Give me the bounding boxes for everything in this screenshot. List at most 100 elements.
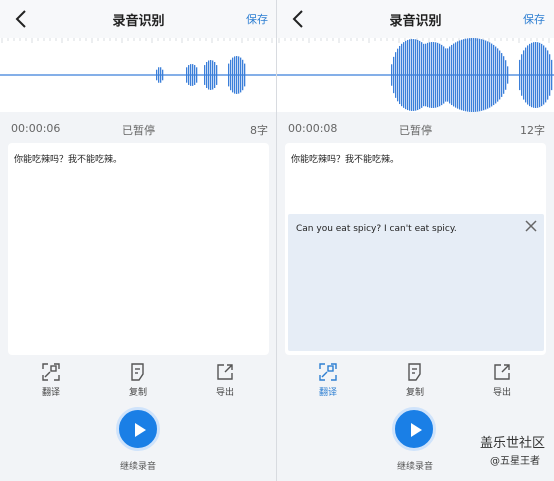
waveform-bar xyxy=(427,42,429,108)
waveform-bar xyxy=(495,46,497,104)
waveform-bar xyxy=(204,65,206,85)
waveform-bar xyxy=(491,43,493,107)
watermark-title: 盖乐世社区 xyxy=(480,436,546,451)
waveform-bar xyxy=(529,43,531,107)
waveform-bar xyxy=(160,67,162,83)
export-button[interactable]: 导出 xyxy=(195,360,255,398)
waveform-bar xyxy=(411,39,413,111)
waveform-bar xyxy=(545,47,547,103)
back-arrow-icon[interactable] xyxy=(289,8,307,30)
export-button[interactable]: 导出 xyxy=(472,360,532,398)
continue-record-button[interactable] xyxy=(116,407,160,451)
waveform-bar xyxy=(535,42,537,108)
close-icon[interactable] xyxy=(524,219,538,233)
waveform-bar xyxy=(479,38,481,112)
waveform-bar xyxy=(240,57,242,93)
copy-icon xyxy=(131,363,144,381)
record-state: 已暂停 xyxy=(399,124,432,137)
copy-button[interactable]: 复制 xyxy=(385,360,445,398)
waveform-bar xyxy=(228,63,230,87)
back-arrow-icon[interactable] xyxy=(12,8,30,30)
waveform-bar xyxy=(216,65,218,85)
copy-label: 复制 xyxy=(128,388,147,398)
waveform-bar xyxy=(395,52,397,98)
waveform-bar xyxy=(242,59,244,91)
waveform-bar xyxy=(391,64,393,86)
continue-record-button[interactable] xyxy=(392,407,436,451)
char-count: 12字 xyxy=(520,124,545,137)
waveform-bar xyxy=(493,44,495,106)
waveform-bar xyxy=(214,62,216,88)
translate-label: 翻译 xyxy=(41,388,60,398)
waveform-bar xyxy=(469,38,471,112)
waveform-bar xyxy=(467,38,469,112)
save-button[interactable]: 保存 xyxy=(246,11,268,27)
export-label: 导出 xyxy=(492,388,511,398)
export-icon xyxy=(494,364,510,380)
toolbar: 翻译 复制 导出 xyxy=(277,360,554,402)
waveform-bar xyxy=(487,41,489,109)
waveform-bar xyxy=(527,45,529,105)
translate-button[interactable]: 翻译 xyxy=(21,360,81,398)
header: 录音识别 保存 xyxy=(277,0,554,38)
watermark-user: @五星王者 xyxy=(490,456,540,467)
waveform-bar xyxy=(449,46,451,104)
copy-button[interactable]: 复制 xyxy=(108,360,168,398)
play-icon xyxy=(135,423,146,437)
waveform-bar xyxy=(437,42,439,108)
waveform-bar xyxy=(212,60,214,90)
waveform-bar xyxy=(497,48,499,102)
waveform-bar xyxy=(477,38,479,112)
translation-text: Can you eat spicy? I can't eat spicy. xyxy=(296,224,457,234)
left-screen: 录音识别 保存 00:00:06 已暂停 8字 你能吃辣吗？我不能吃辣。 翻译 xyxy=(0,0,277,481)
waveform-bar xyxy=(465,38,467,112)
waveform-bar xyxy=(192,64,194,86)
waveform-bar xyxy=(435,42,437,108)
waveform-bar xyxy=(455,42,457,108)
waveform-bar xyxy=(413,39,415,111)
waveform-bar xyxy=(210,60,212,90)
waveform-bar xyxy=(399,45,401,105)
waveform-bar xyxy=(232,57,234,93)
waveform-bar xyxy=(541,43,543,107)
waveform-bar xyxy=(206,62,208,88)
transcript-text: 你能吃辣吗？我不能吃辣。 xyxy=(14,155,123,165)
waveform xyxy=(0,38,277,112)
continue-record-label: 继续录音 xyxy=(119,462,156,472)
waveform-bar xyxy=(485,40,487,110)
waveform-bar xyxy=(451,44,453,106)
record-state: 已暂停 xyxy=(122,124,155,137)
waveform-bar xyxy=(230,59,232,91)
waveform-bar xyxy=(156,69,158,81)
waveform-bar xyxy=(445,48,447,102)
status-bar: 00:00:06 已暂停 8字 xyxy=(0,112,277,142)
translation-card[interactable]: Can you eat spicy? I can't eat spicy. xyxy=(288,214,544,351)
waveform-bar xyxy=(425,43,427,107)
waveform-bar xyxy=(507,66,509,84)
waveform-bar xyxy=(453,43,455,107)
waveform-bar xyxy=(443,46,445,104)
waveform-bar xyxy=(421,42,423,108)
waveform-bar xyxy=(409,39,411,111)
waveform-bar xyxy=(417,39,419,111)
translate-icon xyxy=(42,363,60,381)
waveform-bar xyxy=(461,39,463,111)
save-button[interactable]: 保存 xyxy=(523,11,545,27)
waveform-bar xyxy=(505,60,507,90)
export-label: 导出 xyxy=(215,388,234,398)
waveform-bar xyxy=(531,42,533,108)
waveform-bar xyxy=(405,40,407,110)
waveform-bar xyxy=(186,67,188,83)
transcript-card[interactable]: 你能吃辣吗？我不能吃辣。 xyxy=(8,143,269,355)
waveform-bar xyxy=(431,42,433,108)
waveform-bar xyxy=(543,45,545,105)
copy-icon xyxy=(408,363,421,381)
waveform-bar xyxy=(393,56,395,94)
waveform-bar xyxy=(236,56,238,94)
waveform-bar xyxy=(463,39,465,111)
waveform-bar xyxy=(415,39,417,111)
waveform-bar xyxy=(473,38,475,112)
waveform-bar xyxy=(194,65,196,85)
page-title: 录音识别 xyxy=(389,14,442,29)
translate-button[interactable]: 翻译 xyxy=(298,360,358,398)
